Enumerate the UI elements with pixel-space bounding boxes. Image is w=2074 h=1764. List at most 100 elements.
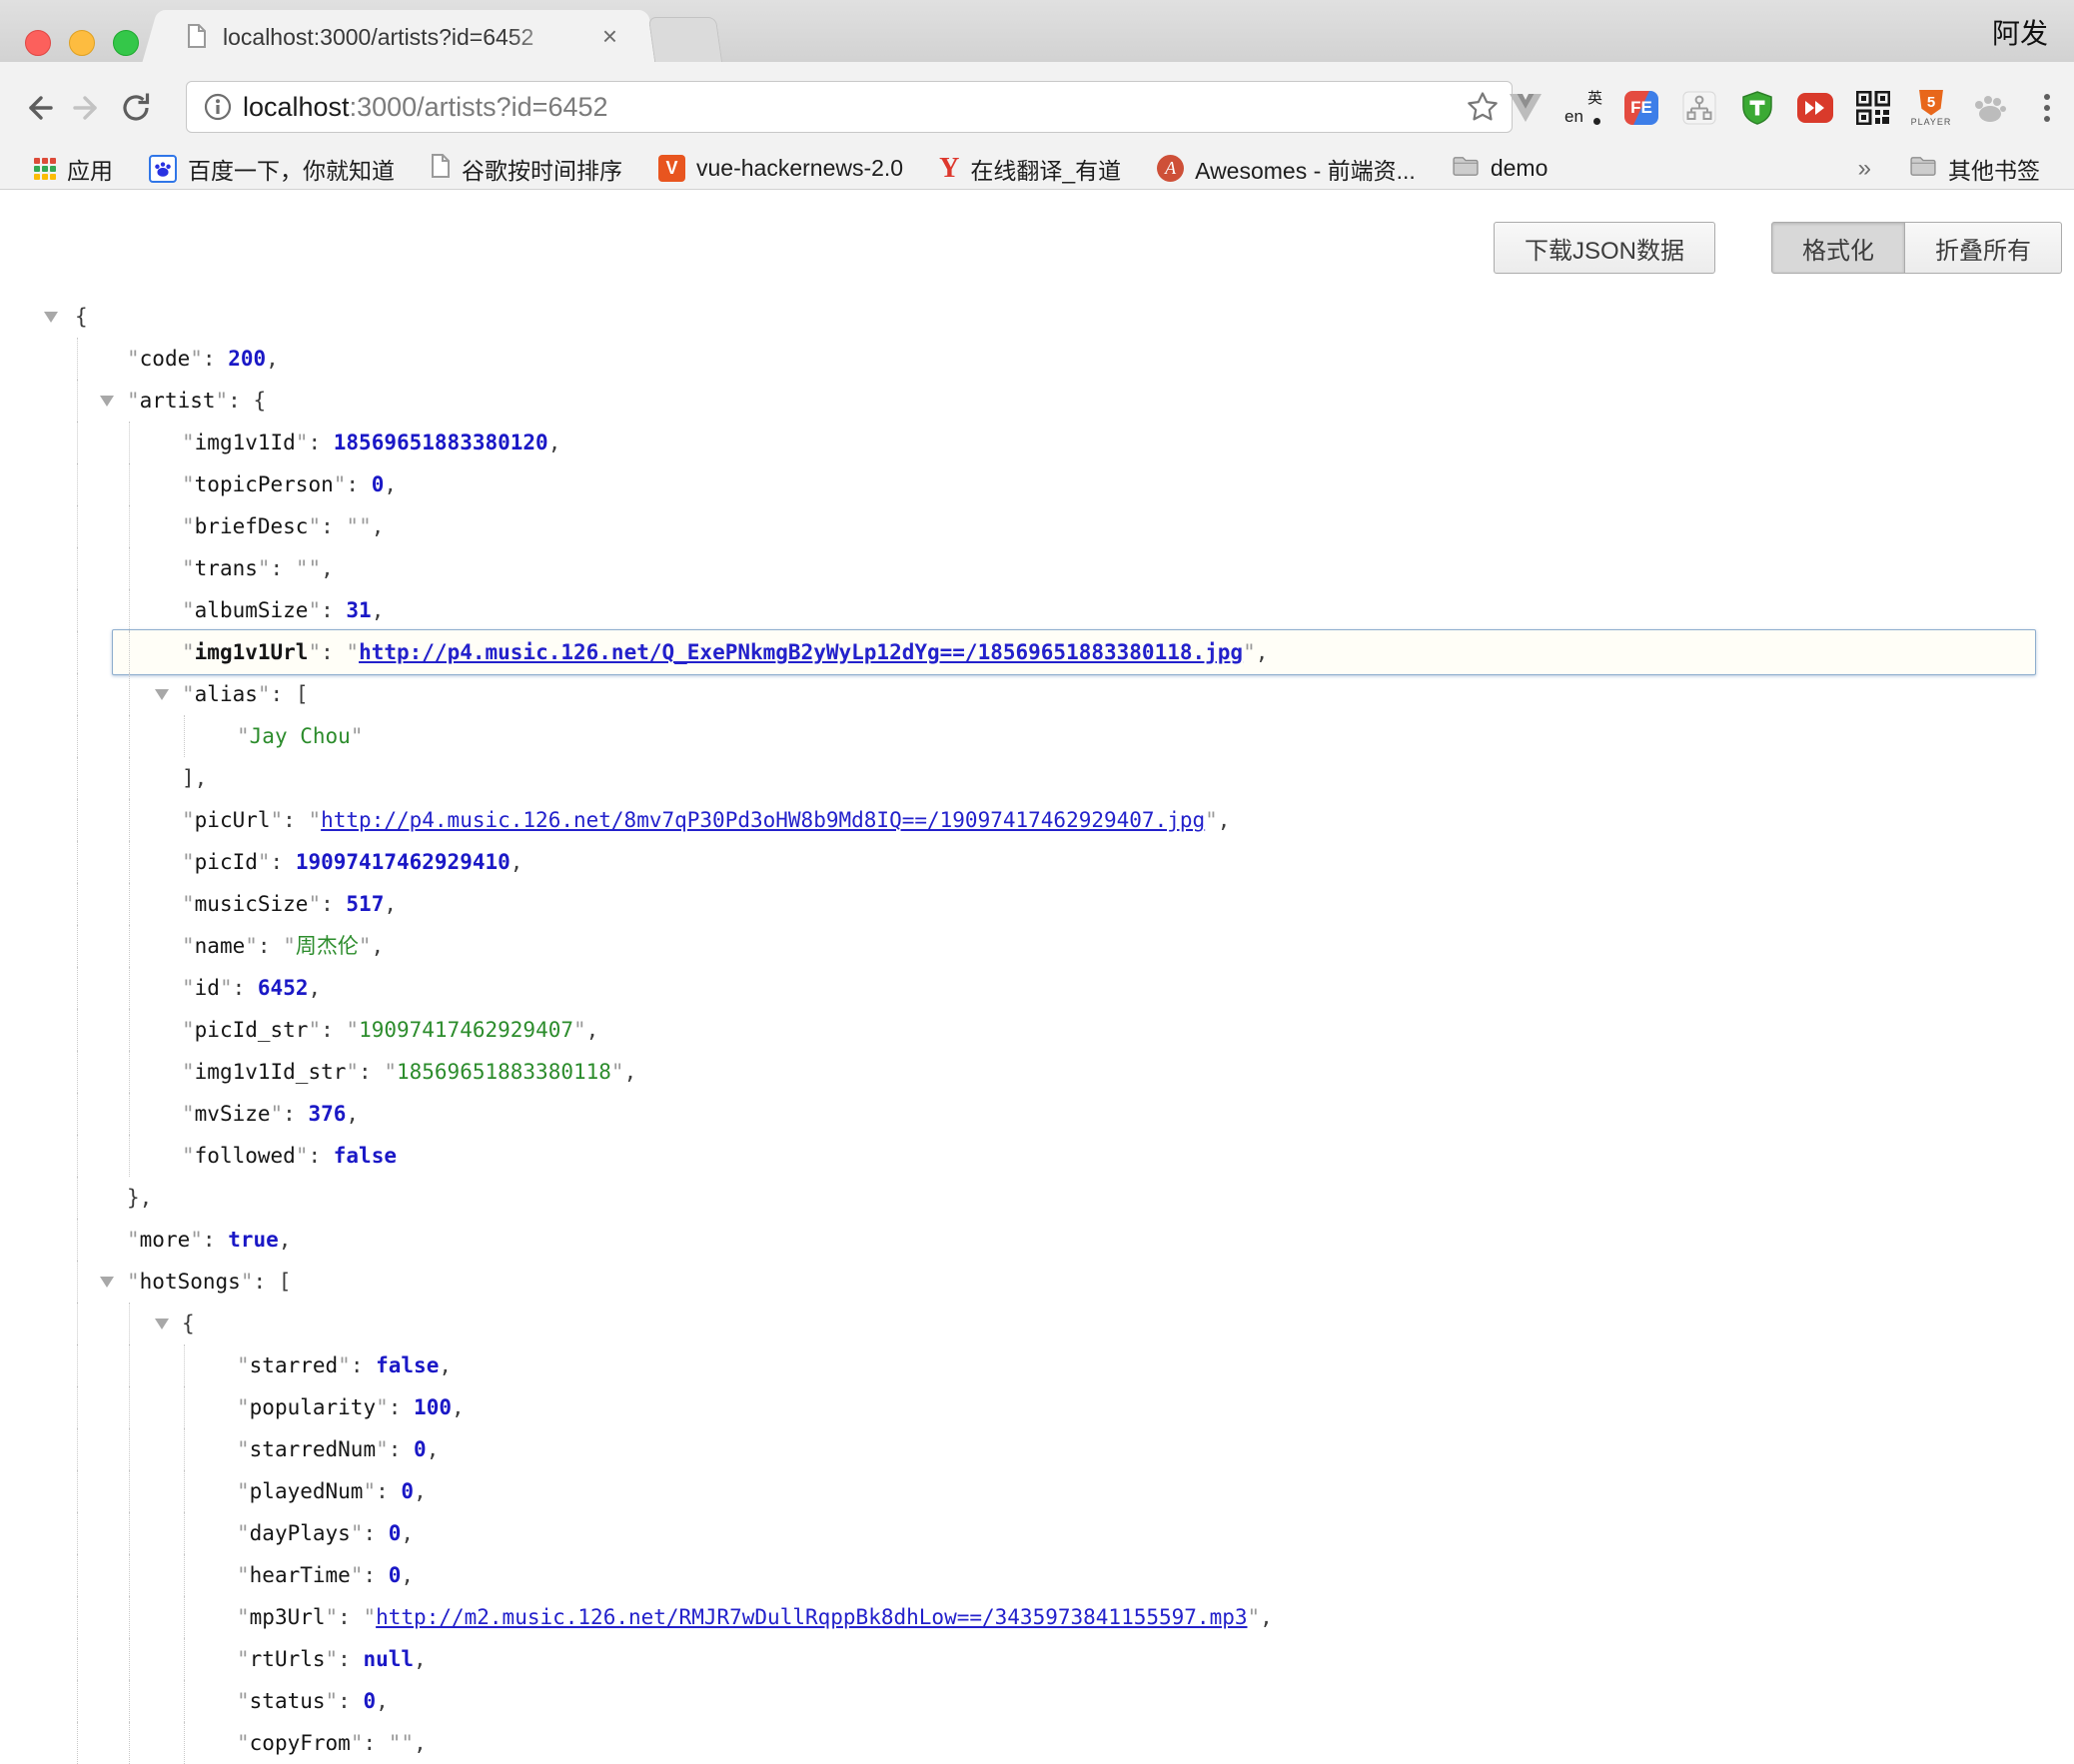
bookmarks-overflow-chevron[interactable]: »: [1844, 155, 1885, 183]
new-tab-button[interactable]: [648, 17, 722, 63]
close-window-button[interactable]: [25, 30, 51, 56]
tampermonkey-icon[interactable]: [1738, 88, 1776, 128]
json-quote: ": [237, 1479, 250, 1503]
zoom-window-button[interactable]: [113, 30, 139, 56]
bookmark-other-folder[interactable]: 其他书签: [1891, 152, 2058, 186]
bookmark-label: demo: [1491, 155, 1549, 182]
json-quote: ": [127, 347, 140, 371]
json-line: "popularity": 100,: [0, 1386, 2074, 1428]
reload-button[interactable]: [118, 90, 154, 126]
json-punctuation: :: [346, 472, 371, 496]
html5-player-icon[interactable]: 5PLAYER: [1912, 88, 1950, 128]
json-quote: ": [182, 640, 195, 664]
json-punctuation: :: [363, 1563, 388, 1587]
paw-extension-icon[interactable]: [1970, 88, 2008, 128]
apps-grid-dot: [50, 158, 56, 164]
bookmark-label: 应用: [67, 152, 113, 186]
minimize-window-button[interactable]: [69, 30, 95, 56]
chrome-menu-icon[interactable]: [2028, 88, 2066, 128]
translate-en-glyph: en: [1564, 107, 1583, 127]
browser-profile-name[interactable]: 阿发: [1992, 12, 2048, 52]
json-punctuation: :: [389, 1437, 414, 1461]
json-quote: ": [237, 1647, 250, 1671]
bookmark-apps[interactable]: 应用: [16, 152, 131, 186]
bookmark-baidu[interactable]: 百度一下，你就知道: [131, 152, 413, 186]
json-quote: ": [182, 556, 195, 580]
json-line: "briefDesc": "",: [0, 505, 2074, 547]
json-quote: ": [216, 389, 229, 413]
json-quote: ": [182, 1102, 195, 1126]
sitemap-extension-icon[interactable]: [1680, 88, 1718, 128]
url-bar[interactable]: localhost:3000/artists?id=6452: [186, 81, 1513, 133]
json-line: "playedNum": 0,: [0, 1470, 2074, 1512]
json-quote: ": [182, 1060, 195, 1084]
json-line: "code": 200,: [0, 338, 2074, 380]
vue-devtools-icon[interactable]: [1507, 88, 1545, 128]
collapse-toggle-icon[interactable]: [155, 1319, 169, 1329]
json-line: "Jay Chou": [0, 715, 2074, 757]
json-key: hearTime: [250, 1563, 351, 1587]
json-key: name: [195, 934, 246, 958]
json-punctuation: :: [338, 1605, 363, 1629]
qrcode-extension-icon[interactable]: [1854, 88, 1892, 128]
site-info-icon[interactable]: [203, 92, 233, 127]
json-punctuation: ,: [321, 556, 334, 580]
json-punctuation: :: [321, 598, 346, 622]
json-value-number: 0: [389, 1521, 402, 1545]
folder-icon: [1452, 155, 1480, 183]
bookmark-awesomes[interactable]: A Awesomes - 前端资...: [1139, 152, 1434, 186]
collapse-toggle-icon[interactable]: [44, 312, 58, 323]
collapse-all-button[interactable]: 折叠所有: [1905, 222, 2062, 274]
video-speed-icon[interactable]: [1796, 88, 1834, 128]
collapse-toggle-icon[interactable]: [155, 689, 169, 700]
json-punctuation: :: [321, 514, 346, 538]
bookmark-star-icon[interactable]: [1466, 90, 1500, 129]
json-line: "artist": {: [0, 380, 2074, 422]
json-punctuation: : {: [228, 389, 266, 413]
browser-tab[interactable]: localhost:3000/artists?id=6452 ×: [165, 10, 639, 62]
json-line: "mvSize": 376,: [0, 1093, 2074, 1135]
collapse-toggle-icon[interactable]: [100, 396, 114, 407]
json-key: dayPlays: [250, 1521, 351, 1545]
json-quote: ": [237, 724, 250, 748]
collapse-toggle-icon[interactable]: [100, 1277, 114, 1288]
forward-button[interactable]: [70, 90, 106, 126]
back-button[interactable]: [20, 90, 56, 126]
json-quote: ": [127, 389, 140, 413]
json-value-number: 100: [414, 1395, 452, 1419]
json-punctuation: ,: [414, 1479, 427, 1503]
json-link[interactable]: http://m2.music.126.net/RMJR7wDullRqppBk…: [376, 1605, 1247, 1629]
fe-label: FE: [1624, 91, 1658, 125]
json-value-number: 6452: [258, 976, 309, 1000]
json-punctuation: {: [75, 305, 88, 329]
json-punctuation: ,: [548, 431, 561, 454]
json-link[interactable]: http://p4.music.126.net/8mv7qP30Pd3oHW8b…: [321, 808, 1205, 832]
bookmark-vue-hackernews[interactable]: V vue-hackernews-2.0: [640, 155, 921, 182]
translate-extension-icon[interactable]: 英en: [1564, 88, 1602, 128]
download-json-button[interactable]: 下载JSON数据: [1494, 222, 1715, 274]
json-link[interactable]: http://p4.music.126.net/Q_ExePNkmgB2yWyL…: [359, 640, 1243, 664]
json-value-number: 19097417462929410: [296, 850, 511, 874]
json-value-number: 0: [372, 472, 385, 496]
json-key: albumSize: [195, 598, 309, 622]
bookmark-folder-demo[interactable]: demo: [1434, 155, 1566, 183]
json-key: musicSize: [195, 892, 309, 916]
tab-close-icon[interactable]: ×: [602, 10, 617, 62]
json-punctuation: :: [283, 1102, 308, 1126]
json-punctuation: ,: [372, 514, 385, 538]
json-quote: ": [1205, 808, 1218, 832]
json-punctuation: :: [338, 1647, 363, 1671]
json-punctuation: :: [271, 850, 296, 874]
json-quote: ": [220, 976, 233, 1000]
format-button[interactable]: 格式化: [1771, 222, 1905, 274]
json-line: "more": true,: [0, 1219, 2074, 1261]
json-quote: ": [182, 892, 195, 916]
json-line: "starredNum": 0,: [0, 1428, 2074, 1470]
fehelper-icon[interactable]: FE: [1622, 88, 1660, 128]
json-quote: ": [351, 1521, 364, 1545]
json-key: artist: [140, 389, 216, 413]
bookmark-youdao[interactable]: Y 在线翻译_有道: [921, 152, 1139, 186]
json-key: briefDesc: [195, 514, 309, 538]
json-line: "copyFrom": "",: [0, 1722, 2074, 1764]
bookmark-google-sort[interactable]: 谷歌按时间排序: [413, 152, 640, 186]
